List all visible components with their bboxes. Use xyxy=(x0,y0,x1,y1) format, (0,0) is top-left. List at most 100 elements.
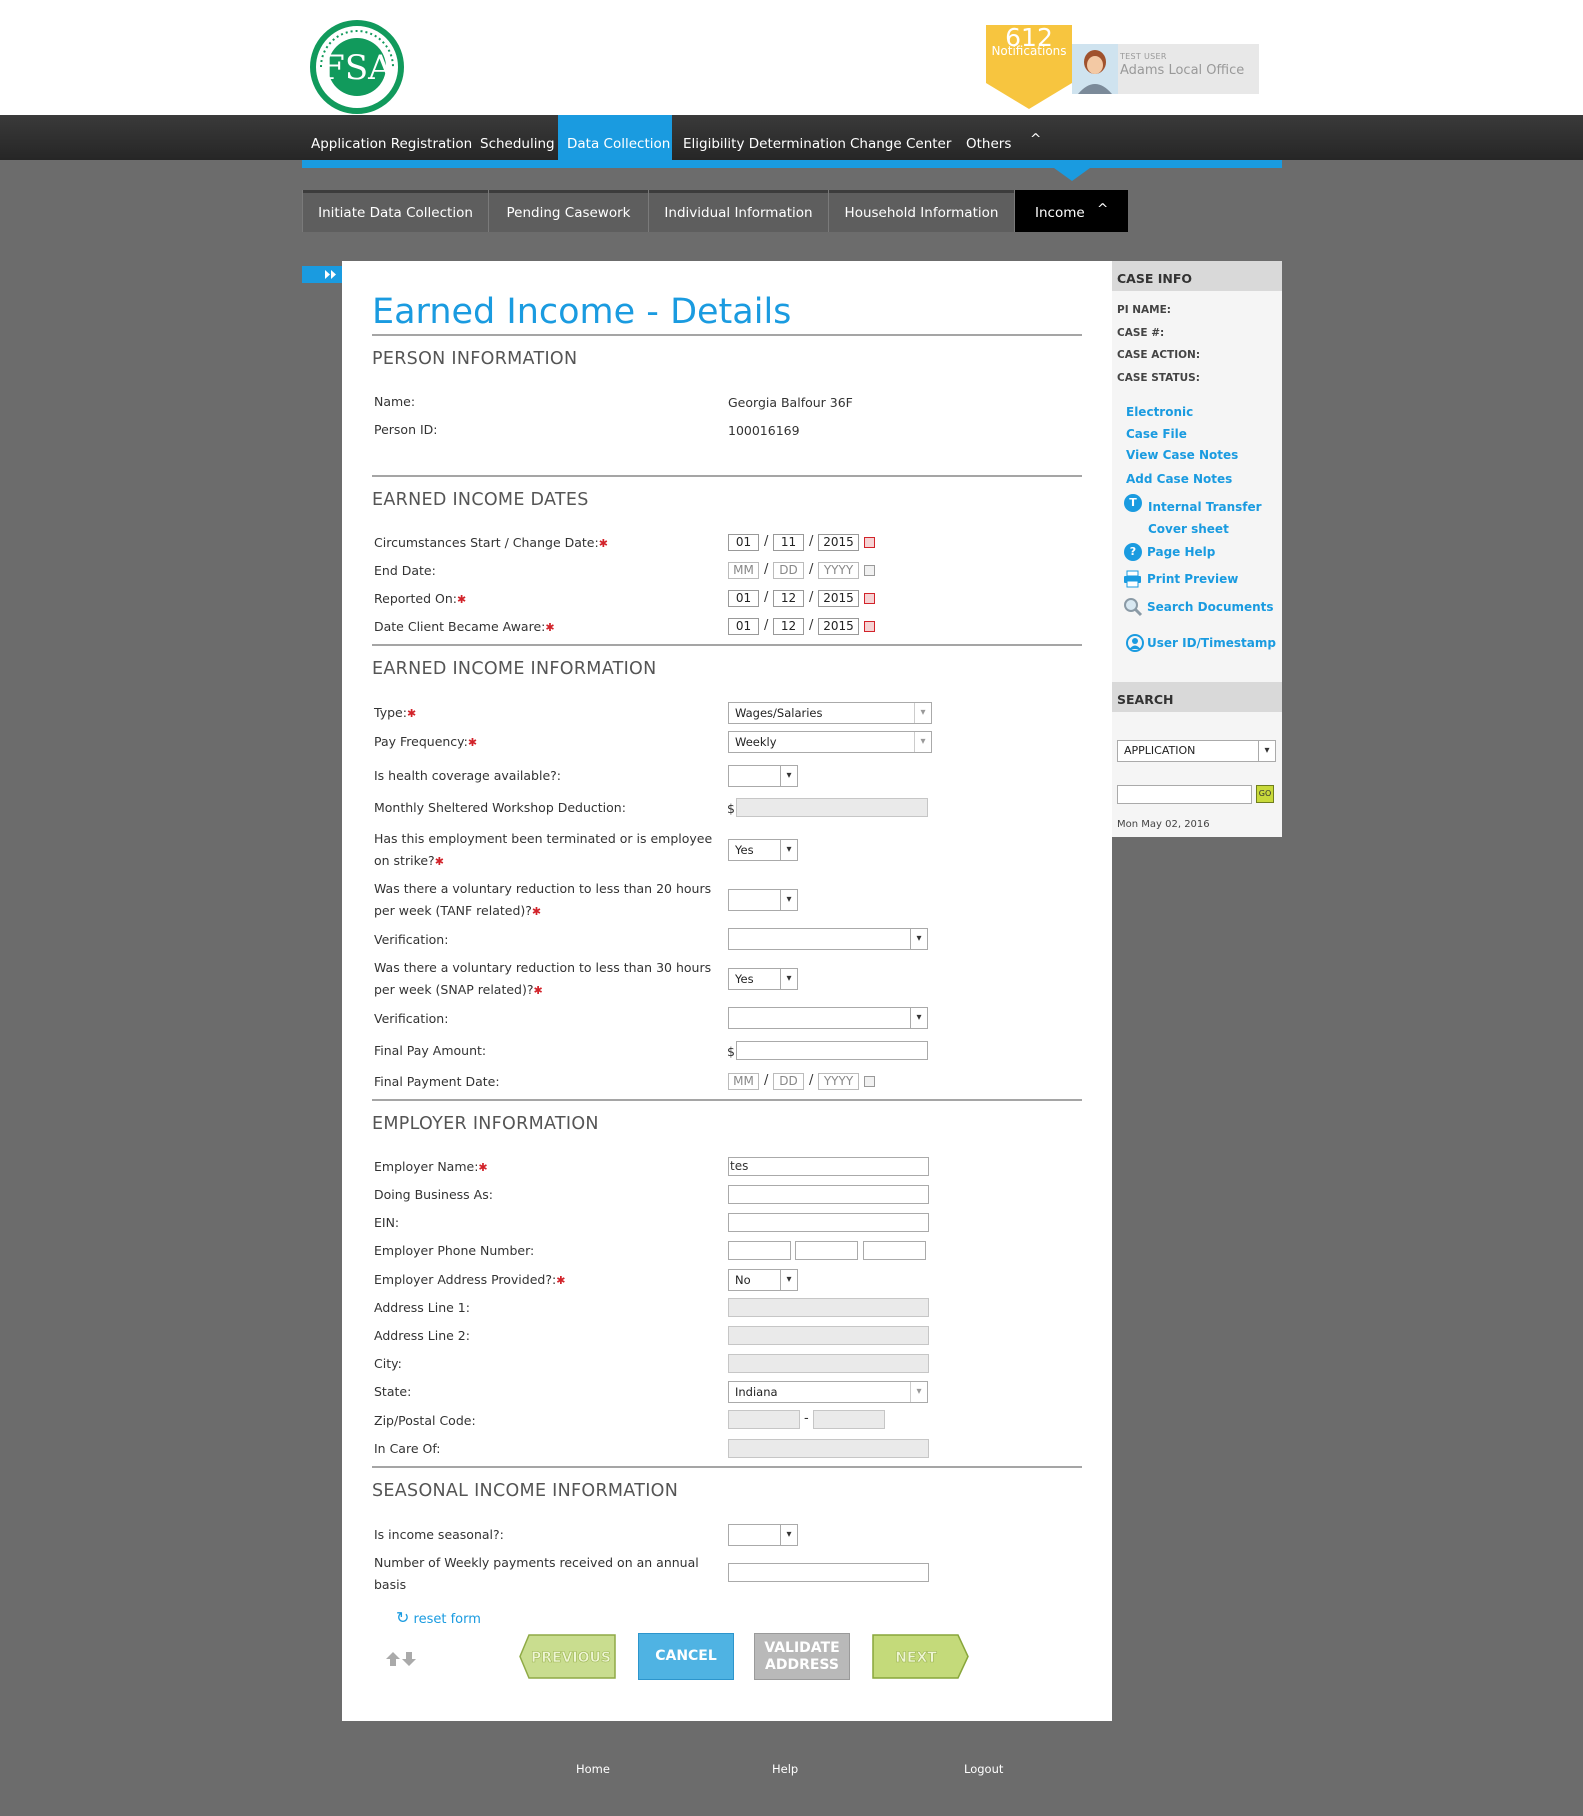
doing-business-as-label: Doing Business As: xyxy=(374,1187,493,1202)
calendar-icon[interactable] xyxy=(864,537,875,548)
page-help-link[interactable]: Page Help xyxy=(1147,545,1215,559)
state-label: State: xyxy=(374,1384,412,1399)
print-preview-link[interactable]: Print Preview xyxy=(1147,572,1238,586)
nav-scheduling[interactable]: Scheduling xyxy=(480,115,555,160)
pay-frequency-select[interactable]: Weekly ▾ xyxy=(728,731,932,753)
subnav-pending-casework[interactable]: Pending Casework xyxy=(488,190,648,232)
person-id-label: Person ID: xyxy=(374,422,438,437)
chevron-down-icon: ▾ xyxy=(780,1270,797,1290)
required-icon: ✱ xyxy=(467,736,478,749)
expand-panel-button[interactable] xyxy=(302,266,342,283)
end-date-day[interactable]: DD xyxy=(773,562,804,579)
current-date: Mon May 02, 2016 xyxy=(1117,819,1210,830)
nav-others[interactable]: Others xyxy=(966,115,1011,160)
verification-2-label: Verification: xyxy=(374,1011,449,1026)
cancel-button[interactable]: CANCEL xyxy=(638,1633,734,1680)
start-date-month[interactable]: 01 xyxy=(728,534,759,551)
view-case-notes-link[interactable]: View Case Notes xyxy=(1126,448,1238,462)
final-date-year[interactable]: YYYY xyxy=(818,1073,859,1090)
income-seasonal-label: Is income seasonal?: xyxy=(374,1527,504,1542)
add-case-notes-link[interactable]: Add Case Notes xyxy=(1126,472,1232,486)
phone-line-input[interactable] xyxy=(863,1241,926,1260)
internal-transfer-link[interactable]: Internal Transfer Cover sheet xyxy=(1148,496,1262,540)
next-button[interactable]: NEXT xyxy=(872,1633,970,1680)
employer-address-provided-select[interactable]: No ▾ xyxy=(728,1269,798,1291)
doing-business-as-input[interactable] xyxy=(728,1185,929,1204)
user-office: Adams Local Office xyxy=(1120,63,1245,78)
in-care-of-input[interactable] xyxy=(728,1439,929,1458)
start-date-label: Circumstances Start / Change Date:✱ xyxy=(374,535,608,550)
zip-code-input[interactable] xyxy=(728,1410,800,1429)
user-id-timestamp-link[interactable]: User ID/Timestamp xyxy=(1147,636,1276,650)
search-input[interactable] xyxy=(1117,785,1252,804)
phone-prefix-input[interactable] xyxy=(795,1241,858,1260)
user-role: TEST USER xyxy=(1120,52,1167,61)
workshop-deduction-input[interactable] xyxy=(736,798,928,817)
start-date-day[interactable]: 11 xyxy=(773,534,804,551)
pi-name-label: PI NAME: xyxy=(1117,304,1171,316)
subnav-household-information[interactable]: Household Information xyxy=(828,190,1014,232)
previous-button[interactable]: PREVIOUS xyxy=(519,1633,617,1680)
calendar-icon[interactable] xyxy=(864,621,875,632)
reported-year[interactable]: 2015 xyxy=(818,590,859,607)
calendar-icon[interactable] xyxy=(864,565,875,576)
ein-input[interactable] xyxy=(728,1213,929,1232)
subnav-initiate-data-collection[interactable]: Initiate Data Collection xyxy=(302,190,488,232)
verification-2-select[interactable]: ▾ xyxy=(728,1007,928,1029)
end-date-year[interactable]: YYYY xyxy=(818,562,859,579)
divider xyxy=(372,334,1082,336)
weekly-payments-input[interactable] xyxy=(728,1563,929,1582)
calendar-icon[interactable] xyxy=(864,1076,875,1087)
svg-text:FSA: FSA xyxy=(321,48,393,88)
nav-data-collection[interactable]: Data Collection xyxy=(567,115,670,160)
address-line-1-input[interactable] xyxy=(728,1298,929,1317)
nav-eligibility-determination[interactable]: Eligibility Determination xyxy=(683,115,846,160)
date-separator: / xyxy=(764,1073,769,1088)
type-select[interactable]: Wages/Salaries ▾ xyxy=(728,702,932,724)
reported-day[interactable]: 12 xyxy=(773,590,804,607)
search-documents-link[interactable]: Search Documents xyxy=(1147,600,1274,614)
chevron-down-icon: ▾ xyxy=(780,840,797,860)
subnav-individual-information[interactable]: Individual Information xyxy=(648,190,828,232)
reset-form-label: reset form xyxy=(413,1612,481,1627)
city-input[interactable] xyxy=(728,1354,929,1373)
address-line-2-label: Address Line 2: xyxy=(374,1328,470,1343)
phone-area-code-input[interactable] xyxy=(728,1241,791,1260)
nav-collapse-icon[interactable]: ^ xyxy=(1030,110,1041,155)
snap-reduction-select[interactable]: Yes ▾ xyxy=(728,968,798,990)
terminated-select[interactable]: Yes ▾ xyxy=(728,839,798,861)
go-button[interactable]: GO xyxy=(1256,785,1274,803)
income-seasonal-select[interactable]: ▾ xyxy=(728,1524,798,1546)
end-date-month[interactable]: MM xyxy=(728,562,759,579)
nav-change-center[interactable]: Change Center xyxy=(850,115,951,160)
electronic-case-file-link[interactable]: Electronic Case File xyxy=(1126,401,1193,445)
calendar-icon[interactable] xyxy=(864,593,875,604)
tanf-reduction-select[interactable]: ▾ xyxy=(728,889,798,911)
reset-form-link[interactable]: ↻ reset form xyxy=(396,1608,481,1627)
final-date-day[interactable]: DD xyxy=(773,1073,804,1090)
subnav-income[interactable]: Income ^ xyxy=(1014,190,1128,232)
search-type-select[interactable]: APPLICATION ▾ xyxy=(1117,740,1276,762)
final-date-month[interactable]: MM xyxy=(728,1073,759,1090)
required-icon: ✱ xyxy=(457,593,467,606)
aware-year[interactable]: 2015 xyxy=(818,618,859,635)
health-coverage-select[interactable]: ▾ xyxy=(728,765,798,787)
footer-home-link[interactable]: Home xyxy=(576,1762,610,1776)
sort-arrows-icon[interactable] xyxy=(385,1651,419,1667)
validate-address-button[interactable]: VALIDATE ADDRESS xyxy=(754,1633,850,1680)
zip-extension-input[interactable] xyxy=(813,1410,885,1429)
reported-month[interactable]: 01 xyxy=(728,590,759,607)
footer-help-link[interactable]: Help xyxy=(772,1762,798,1776)
nav-application-registration[interactable]: Application Registration xyxy=(311,115,472,160)
footer-logout-link[interactable]: Logout xyxy=(964,1762,1003,1776)
final-pay-amount-input[interactable] xyxy=(736,1041,928,1060)
aware-month[interactable]: 01 xyxy=(728,618,759,635)
employer-name-input[interactable]: tes xyxy=(728,1157,929,1176)
state-select[interactable]: Indiana ▾ xyxy=(728,1381,928,1403)
verification-select[interactable]: ▾ xyxy=(728,928,928,950)
start-date-year[interactable]: 2015 xyxy=(818,534,859,551)
address-line-2-input[interactable] xyxy=(728,1326,929,1345)
page-title: Earned Income - Details xyxy=(372,292,792,332)
top-header xyxy=(0,0,1583,115)
aware-day[interactable]: 12 xyxy=(773,618,804,635)
